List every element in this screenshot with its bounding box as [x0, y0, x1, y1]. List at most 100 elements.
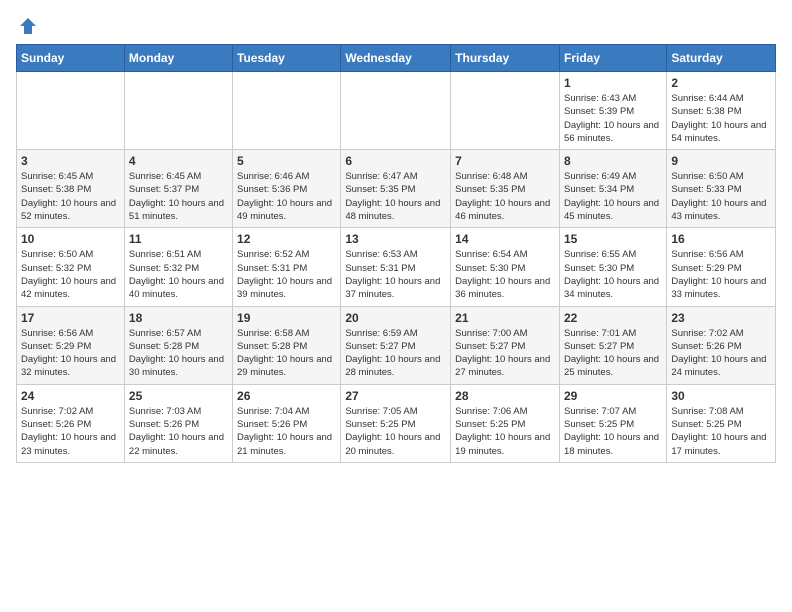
day-number: 17 — [21, 311, 120, 325]
day-info: Sunrise: 6:48 AMSunset: 5:35 PMDaylight:… — [455, 170, 555, 223]
day-number: 30 — [671, 389, 771, 403]
calendar-cell: 12 Sunrise: 6:52 AMSunset: 5:31 PMDayligh… — [233, 228, 341, 306]
calendar-week-row: 10Sunrise: 6:50 AMSunset: 5:32 PMDayligh… — [17, 228, 776, 306]
calendar-cell: 17 Sunrise: 6:56 AMSunset: 5:29 PMDayligh… — [17, 306, 125, 384]
day-number: 20 — [345, 311, 446, 325]
day-number: 24 — [21, 389, 120, 403]
day-number: 10 — [21, 232, 120, 246]
day-info: Sunrise: 7:06 AMSunset: 5:25 PMDaylight:… — [455, 405, 555, 458]
day-info: Sunrise: 6:51 AMSunset: 5:32 PMDaylight:… — [129, 248, 228, 301]
day-info: Sunrise: 7:03 AMSunset: 5:26 PMDaylight:… — [129, 405, 228, 458]
day-info: Sunrise: 6:53 AMSunset: 5:31 PMDaylight:… — [345, 248, 446, 301]
day-info: Sunrise: 6:57 AMSunset: 5:28 PMDaylight:… — [129, 327, 228, 380]
day-number: 7 — [455, 154, 555, 168]
day-info: Sunrise: 7:01 AMSunset: 5:27 PMDaylight:… — [564, 327, 662, 380]
calendar-cell: 15 Sunrise: 6:55 AMSunset: 5:30 PMDayligh… — [559, 228, 666, 306]
day-number: 3 — [21, 154, 120, 168]
calendar-cell: 25 Sunrise: 7:03 AMSunset: 5:26 PMDayligh… — [124, 384, 232, 462]
weekday-header: Thursday — [451, 45, 560, 72]
day-info: Sunrise: 7:00 AMSunset: 5:27 PMDaylight:… — [455, 327, 555, 380]
calendar-week-row: 17 Sunrise: 6:56 AMSunset: 5:29 PMDayligh… — [17, 306, 776, 384]
calendar-week-row: 1 Sunrise: 6:43 AMSunset: 5:39 PMDaylight… — [17, 72, 776, 150]
calendar-cell: 27Sunrise: 7:05 AMSunset: 5:25 PMDayligh… — [341, 384, 451, 462]
day-info: Sunrise: 6:49 AMSunset: 5:34 PMDaylight:… — [564, 170, 662, 223]
calendar-week-row: 3 Sunrise: 6:45 AMSunset: 5:38 PMDaylight… — [17, 150, 776, 228]
calendar-cell: 4Sunrise: 6:45 AMSunset: 5:37 PMDaylight… — [124, 150, 232, 228]
calendar-cell: 8 Sunrise: 6:49 AMSunset: 5:34 PMDaylight… — [559, 150, 666, 228]
calendar-cell: 6 Sunrise: 6:47 AMSunset: 5:35 PMDaylight… — [341, 150, 451, 228]
logo-icon — [18, 16, 38, 36]
day-info: Sunrise: 7:02 AMSunset: 5:26 PMDaylight:… — [671, 327, 771, 380]
day-info: Sunrise: 6:47 AMSunset: 5:35 PMDaylight:… — [345, 170, 446, 223]
day-info: Sunrise: 7:05 AMSunset: 5:25 PMDaylight:… — [345, 405, 446, 458]
calendar-cell — [17, 72, 125, 150]
weekday-header: Friday — [559, 45, 666, 72]
calendar-cell — [341, 72, 451, 150]
calendar-cell: 29Sunrise: 7:07 AMSunset: 5:25 PMDayligh… — [559, 384, 666, 462]
calendar-cell: 11 Sunrise: 6:51 AMSunset: 5:32 PMDayligh… — [124, 228, 232, 306]
day-info: Sunrise: 6:56 AMSunset: 5:29 PMDaylight:… — [671, 248, 771, 301]
day-info: Sunrise: 6:50 AMSunset: 5:33 PMDaylight:… — [671, 170, 771, 223]
day-number: 15 — [564, 232, 662, 246]
calendar-cell: 30Sunrise: 7:08 AMSunset: 5:25 PMDayligh… — [667, 384, 776, 462]
day-number: 12 — [237, 232, 336, 246]
day-number: 29 — [564, 389, 662, 403]
day-info: Sunrise: 6:54 AMSunset: 5:30 PMDaylight:… — [455, 248, 555, 301]
calendar-cell: 7 Sunrise: 6:48 AMSunset: 5:35 PMDaylight… — [451, 150, 560, 228]
day-number: 25 — [129, 389, 228, 403]
weekday-header: Saturday — [667, 45, 776, 72]
calendar-cell: 28 Sunrise: 7:06 AMSunset: 5:25 PMDayligh… — [451, 384, 560, 462]
calendar-cell: 23Sunrise: 7:02 AMSunset: 5:26 PMDayligh… — [667, 306, 776, 384]
day-number: 18 — [129, 311, 228, 325]
calendar-cell: 1 Sunrise: 6:43 AMSunset: 5:39 PMDaylight… — [559, 72, 666, 150]
calendar-cell: 26 Sunrise: 7:04 AMSunset: 5:26 PMDayligh… — [233, 384, 341, 462]
day-number: 1 — [564, 76, 662, 90]
calendar-cell: 22Sunrise: 7:01 AMSunset: 5:27 PMDayligh… — [559, 306, 666, 384]
calendar-header-row: SundayMondayTuesdayWednesdayThursdayFrid… — [17, 45, 776, 72]
calendar-cell: 24 Sunrise: 7:02 AMSunset: 5:26 PMDayligh… — [17, 384, 125, 462]
day-info: Sunrise: 6:45 AMSunset: 5:38 PMDaylight:… — [21, 170, 120, 223]
day-info: Sunrise: 6:44 AMSunset: 5:38 PMDaylight:… — [671, 92, 771, 145]
day-number: 26 — [237, 389, 336, 403]
day-number: 5 — [237, 154, 336, 168]
day-number: 8 — [564, 154, 662, 168]
calendar-cell — [451, 72, 560, 150]
calendar-cell: 18 Sunrise: 6:57 AMSunset: 5:28 PMDayligh… — [124, 306, 232, 384]
weekday-header: Sunday — [17, 45, 125, 72]
day-info: Sunrise: 6:55 AMSunset: 5:30 PMDaylight:… — [564, 248, 662, 301]
day-info: Sunrise: 7:02 AMSunset: 5:26 PMDaylight:… — [21, 405, 120, 458]
weekday-header: Wednesday — [341, 45, 451, 72]
calendar-cell — [233, 72, 341, 150]
day-number: 2 — [671, 76, 771, 90]
day-number: 9 — [671, 154, 771, 168]
calendar-cell: 2 Sunrise: 6:44 AMSunset: 5:38 PMDaylight… — [667, 72, 776, 150]
weekday-header: Tuesday — [233, 45, 341, 72]
day-info: Sunrise: 6:45 AMSunset: 5:37 PMDaylight:… — [129, 170, 228, 223]
calendar-cell: 21 Sunrise: 7:00 AMSunset: 5:27 PMDayligh… — [451, 306, 560, 384]
day-number: 19 — [237, 311, 336, 325]
calendar-week-row: 24 Sunrise: 7:02 AMSunset: 5:26 PMDayligh… — [17, 384, 776, 462]
day-number: 11 — [129, 232, 228, 246]
day-number: 16 — [671, 232, 771, 246]
weekday-header: Monday — [124, 45, 232, 72]
day-info: Sunrise: 6:43 AMSunset: 5:39 PMDaylight:… — [564, 92, 662, 145]
calendar-cell — [124, 72, 232, 150]
day-number: 6 — [345, 154, 446, 168]
day-number: 21 — [455, 311, 555, 325]
logo — [16, 16, 38, 32]
calendar-cell: 3 Sunrise: 6:45 AMSunset: 5:38 PMDaylight… — [17, 150, 125, 228]
calendar-cell: 20Sunrise: 6:59 AMSunset: 5:27 PMDayligh… — [341, 306, 451, 384]
calendar-cell: 16 Sunrise: 6:56 AMSunset: 5:29 PMDayligh… — [667, 228, 776, 306]
day-info: Sunrise: 7:04 AMSunset: 5:26 PMDaylight:… — [237, 405, 336, 458]
day-info: Sunrise: 6:52 AMSunset: 5:31 PMDaylight:… — [237, 248, 336, 301]
day-info: Sunrise: 6:46 AMSunset: 5:36 PMDaylight:… — [237, 170, 336, 223]
calendar-cell: 9 Sunrise: 6:50 AMSunset: 5:33 PMDaylight… — [667, 150, 776, 228]
calendar-table: SundayMondayTuesdayWednesdayThursdayFrid… — [16, 44, 776, 463]
calendar-cell: 14 Sunrise: 6:54 AMSunset: 5:30 PMDayligh… — [451, 228, 560, 306]
day-number: 14 — [455, 232, 555, 246]
day-number: 28 — [455, 389, 555, 403]
page-header — [16, 16, 776, 32]
calendar-cell: 10Sunrise: 6:50 AMSunset: 5:32 PMDayligh… — [17, 228, 125, 306]
day-info: Sunrise: 6:58 AMSunset: 5:28 PMDaylight:… — [237, 327, 336, 380]
day-info: Sunrise: 6:56 AMSunset: 5:29 PMDaylight:… — [21, 327, 120, 380]
